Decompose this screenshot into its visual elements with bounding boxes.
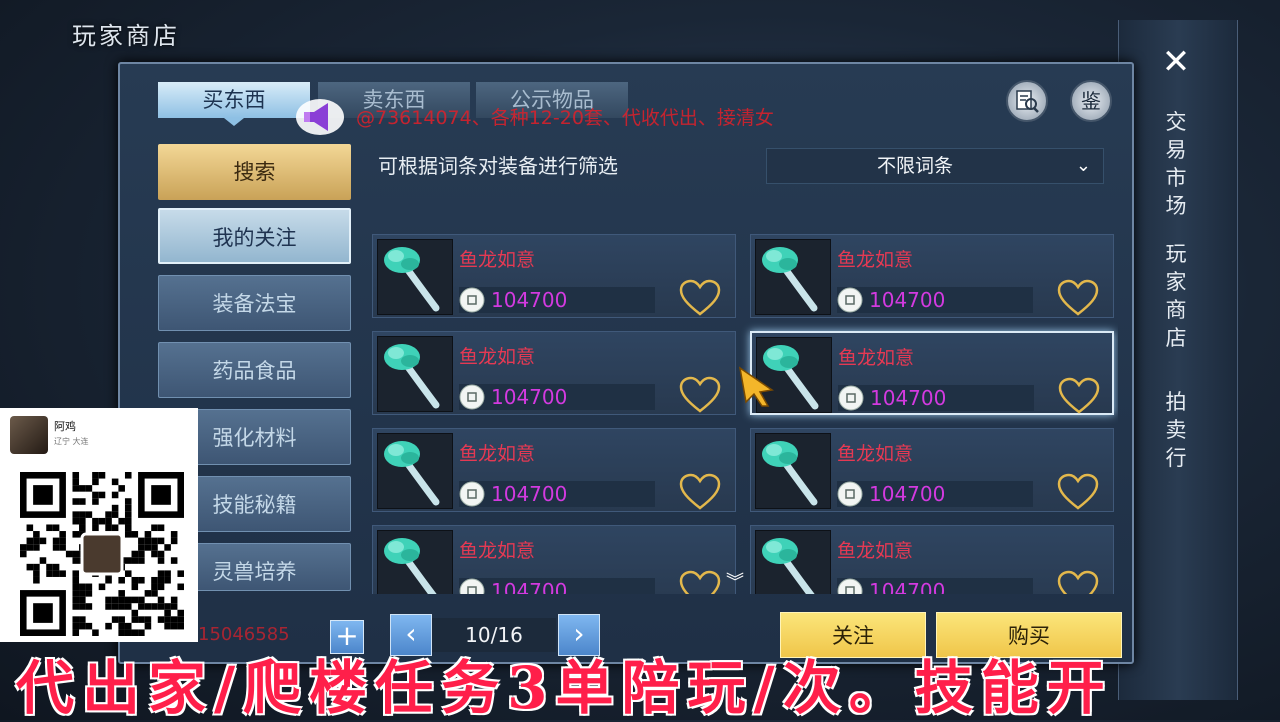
- cursor-icon: [738, 366, 774, 407]
- item-name: 鱼龙如意: [837, 249, 914, 271]
- item-price: 104700: [870, 386, 947, 410]
- coin-icon: [837, 578, 863, 594]
- add-button[interactable]: +: [330, 620, 364, 654]
- prev-page-button[interactable]: ‹: [390, 614, 432, 656]
- item-price: 104700: [491, 579, 568, 594]
- item-thumbnail: [377, 433, 453, 509]
- coin-icon: [459, 384, 485, 410]
- ruyi-scepter-icon: [762, 247, 818, 312]
- item-name: 鱼龙如意: [459, 540, 536, 562]
- item-price: 104700: [491, 482, 568, 506]
- ruyi-scepter-icon: [384, 247, 440, 312]
- heart-icon[interactable]: [1057, 473, 1099, 511]
- item-thumbnail: [755, 433, 831, 509]
- filter-label: 可根据词条对装备进行筛选: [378, 154, 618, 178]
- scroll-down-chevron-icon: ︾: [726, 572, 744, 593]
- category-search[interactable]: 搜索: [158, 144, 351, 200]
- chevron-right-icon: ›: [573, 617, 585, 650]
- coin-icon: [838, 385, 864, 411]
- item-name: 鱼龙如意: [838, 347, 915, 369]
- item-price: 104700: [491, 385, 568, 409]
- item-thumbnail: [377, 336, 453, 412]
- ruyi-scepter-icon: [384, 344, 440, 409]
- appraise-button[interactable]: 鉴: [1070, 80, 1112, 122]
- item-price: 104700: [869, 579, 946, 594]
- announcement-text: @73614074、各种12-20套、代收代出、接清女: [356, 107, 774, 129]
- ruyi-scepter-icon: [384, 441, 440, 506]
- item-name: 鱼龙如意: [459, 249, 536, 271]
- search-record-button[interactable]: [1006, 80, 1048, 122]
- item-price: 104700: [869, 482, 946, 506]
- item-card[interactable]: 鱼龙如意 104700: [750, 234, 1114, 318]
- item-thumbnail: [755, 239, 831, 315]
- item-card[interactable]: 鱼龙如意 104700: [750, 331, 1114, 415]
- chevron-down-icon: ⌄: [1075, 155, 1091, 176]
- overlay-phone-text: 15046585: [198, 624, 290, 645]
- item-card[interactable]: 鱼龙如意 104700: [372, 428, 736, 512]
- ruyi-scepter-icon: [762, 538, 815, 594]
- item-card[interactable]: 鱼龙如意 104700: [372, 234, 736, 318]
- category-equipment[interactable]: 装备法宝: [158, 275, 351, 331]
- category-my-follow[interactable]: 我的关注: [158, 208, 351, 264]
- coin-icon: [459, 481, 485, 507]
- megaphone-icon: [296, 99, 344, 135]
- nav-auction-house[interactable]: 拍卖行: [1158, 388, 1194, 472]
- item-card[interactable]: 鱼龙如意 104700: [750, 428, 1114, 512]
- heart-icon[interactable]: [679, 376, 721, 414]
- heart-icon[interactable]: [679, 279, 721, 317]
- ruyi-scepter-icon: [384, 538, 437, 594]
- qr-user-name: 阿鸡: [54, 420, 76, 433]
- page-title: 玩家商店: [72, 22, 180, 50]
- heart-icon[interactable]: [679, 570, 721, 594]
- item-grid: 鱼龙如意 104700 鱼龙如意 104700 鱼龙如意 104700 鱼龙如意 104700…: [372, 232, 1118, 594]
- category-medicine-food[interactable]: 药品食品: [158, 342, 351, 398]
- avatar: [10, 416, 48, 454]
- magnifier-doc-icon: [1016, 90, 1039, 113]
- item-card[interactable]: 鱼龙如意 104700: [372, 331, 736, 415]
- item-card[interactable]: 鱼龙如意 104700: [372, 525, 736, 594]
- overlay-ticker: 代出家/爬楼任务3单陪玩/次。技能开: [16, 654, 1113, 722]
- heart-icon[interactable]: [679, 473, 721, 511]
- item-name: 鱼龙如意: [837, 443, 914, 465]
- heart-icon[interactable]: [1057, 570, 1099, 594]
- coin-icon: [837, 287, 863, 313]
- ruyi-scepter-icon: [762, 441, 818, 506]
- coin-icon: [459, 578, 485, 594]
- qr-overlay-card: 阿鸡 辽宁 大连: [0, 408, 198, 642]
- item-name: 鱼龙如意: [837, 540, 914, 562]
- affix-filter-dropdown[interactable]: 不限词条 ⌄: [766, 148, 1104, 184]
- coin-icon: [837, 481, 863, 507]
- follow-button[interactable]: 关注: [780, 612, 926, 658]
- close-icon[interactable]: ✕: [1158, 44, 1194, 80]
- nav-player-shop[interactable]: 玩家商店: [1158, 240, 1194, 352]
- item-card[interactable]: 鱼龙如意 104700: [750, 525, 1114, 594]
- buy-button[interactable]: 购买: [936, 612, 1122, 658]
- coin-icon: [459, 287, 485, 313]
- qr-code-icon: [20, 472, 184, 636]
- item-name: 鱼龙如意: [459, 443, 536, 465]
- item-thumbnail: [377, 239, 453, 315]
- item-thumbnail: [377, 530, 453, 594]
- tab-buy[interactable]: 买东西: [158, 82, 310, 118]
- qr-user-location: 辽宁 大连: [54, 437, 89, 446]
- heart-icon[interactable]: [1057, 279, 1099, 317]
- next-page-button[interactable]: ›: [558, 614, 600, 656]
- page-indicator: 10/16: [432, 618, 556, 652]
- filter-value: 不限词条: [876, 155, 953, 177]
- item-thumbnail: [755, 530, 831, 594]
- item-price: 104700: [869, 288, 946, 312]
- active-tab-pointer: [224, 118, 244, 126]
- chevron-left-icon: ‹: [405, 617, 417, 650]
- item-name: 鱼龙如意: [459, 346, 536, 368]
- item-price: 104700: [491, 288, 568, 312]
- heart-icon[interactable]: [1058, 377, 1100, 415]
- nav-trade-market[interactable]: 交易市场: [1158, 108, 1194, 220]
